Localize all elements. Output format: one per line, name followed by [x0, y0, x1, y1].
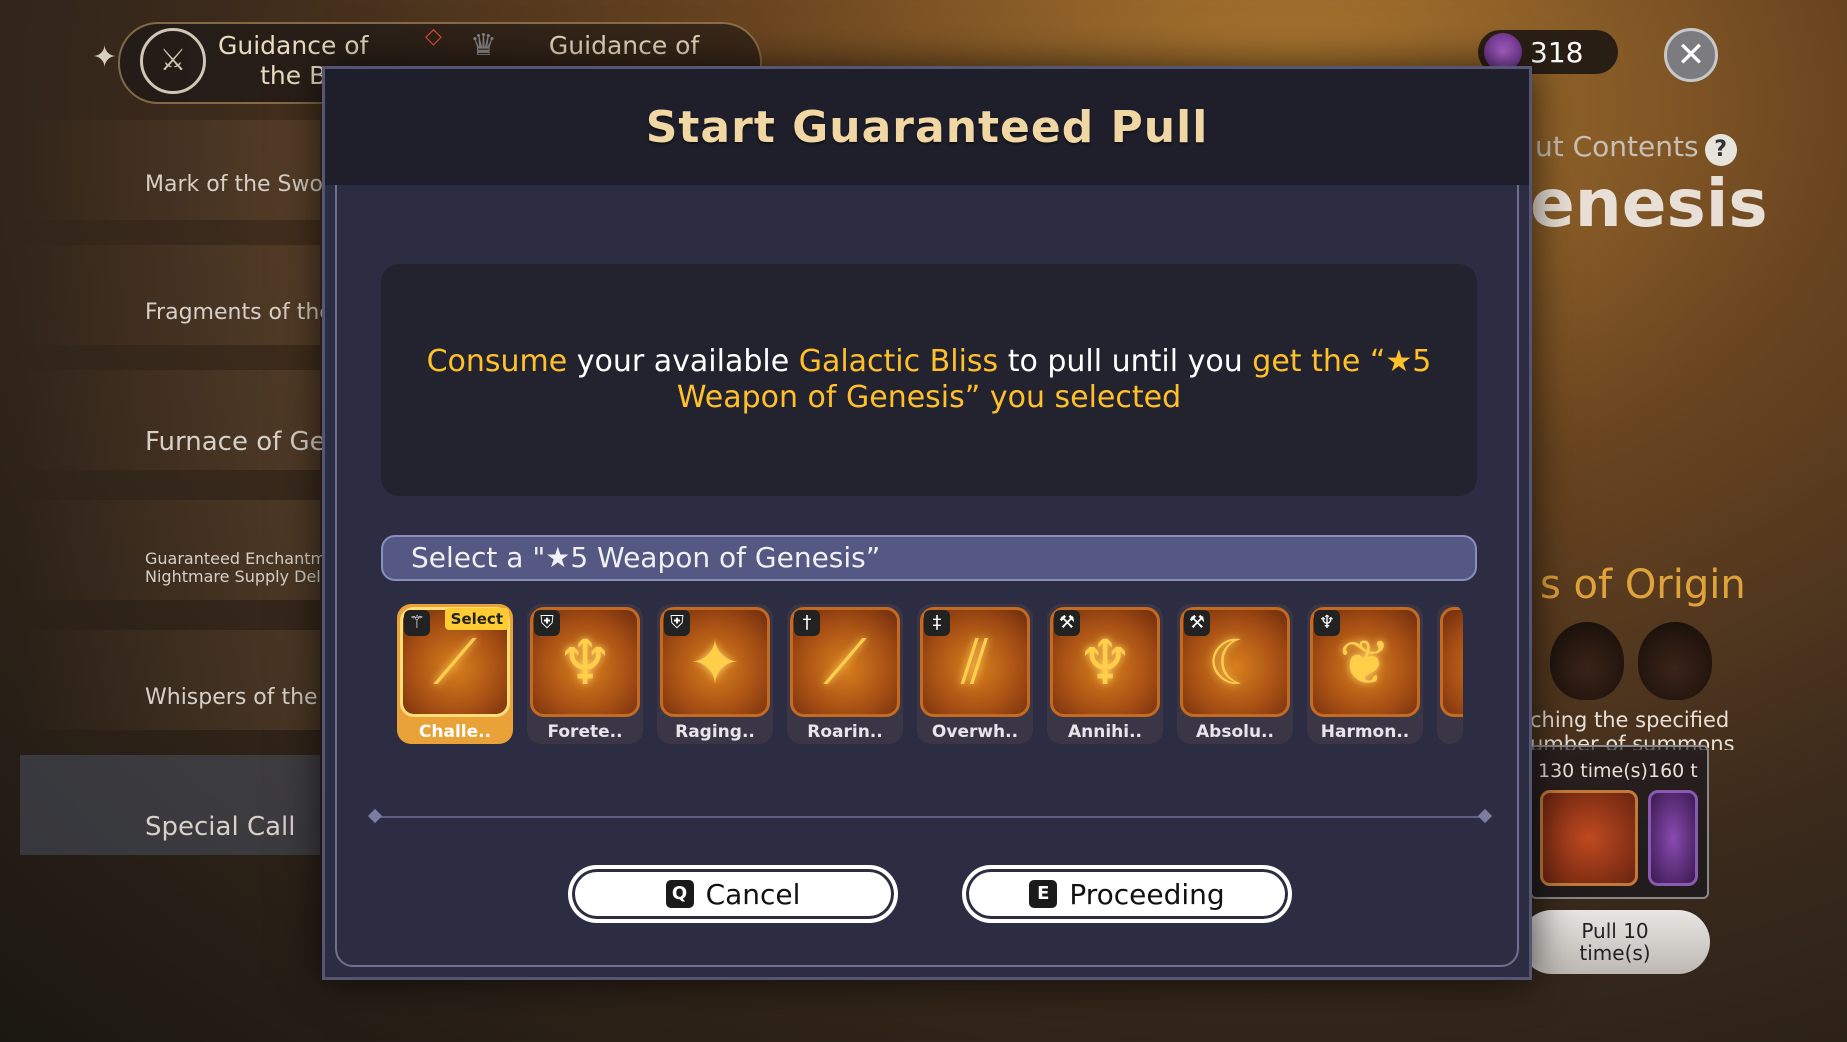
- weapon-card[interactable]: ⫽ ‡ Overwh..: [917, 604, 1033, 744]
- pull-10-label: Pull 10 time(s): [1579, 919, 1651, 965]
- info-highlight: Galactic Bliss: [798, 344, 999, 379]
- weapon-icon: ☾: [1207, 625, 1263, 699]
- cancel-button[interactable]: Q Cancel: [568, 865, 898, 923]
- tab-guidance-2[interactable]: ♛ Guidance of: [470, 22, 699, 70]
- weapon-card[interactable]: ⟋ † Roarin..: [787, 604, 903, 744]
- origin-label: s of Origin: [1540, 562, 1746, 608]
- weapon-type-icon: ⛨: [534, 610, 560, 636]
- weapon-type-icon: ♆: [1314, 610, 1340, 636]
- weapon-type-icon: ‡: [924, 610, 950, 636]
- weapon-card[interactable]: ❦ ♆ Harmon..: [1307, 604, 1423, 744]
- key-q-icon: Q: [665, 880, 694, 908]
- reward-item[interactable]: [1648, 790, 1698, 886]
- close-icon: ✕: [1676, 35, 1706, 75]
- info-text-part: to pull until you: [998, 344, 1253, 379]
- sidebar-item-bg: [20, 630, 320, 730]
- flame-icon: [1550, 622, 1624, 700]
- weapon-name: Annihi..: [1067, 722, 1143, 742]
- cancel-label: Cancel: [705, 877, 801, 911]
- weapon-name: Overwh..: [931, 722, 1019, 742]
- crown-icon: ♛: [470, 28, 497, 63]
- weapon-name: Challe..: [418, 722, 492, 742]
- weapon-card[interactable]: ✦ ⛨ Raging..: [657, 604, 773, 744]
- info-text: Consume your available Galactic Bliss to…: [427, 344, 1432, 416]
- weapon-name: Absolu..: [1196, 722, 1274, 742]
- sparkle-icon: ✦: [92, 40, 118, 75]
- select-prompt: Select a "★5 Weapon of Genesis”: [381, 535, 1477, 581]
- weapon-art: [1440, 607, 1463, 717]
- info-box: Consume your available Galactic Bliss to…: [381, 264, 1477, 496]
- weapon-card[interactable]: ⟋ ⚚ Select Challe..: [397, 604, 513, 744]
- info-text-part: your available: [567, 344, 799, 379]
- weapon-type-icon: ⚚: [404, 610, 430, 636]
- about-contents[interactable]: ut Contents?: [1535, 130, 1737, 166]
- tab-label: Guidance of: [548, 31, 700, 60]
- weapon-type-icon: ⛨: [664, 610, 690, 636]
- dialog-header: Start Guaranteed Pull: [325, 69, 1529, 185]
- weapon-icon: ✦: [689, 625, 741, 699]
- proceed-label: Proceeding: [1069, 877, 1225, 911]
- reward-item[interactable]: [1540, 790, 1638, 886]
- weapon-list[interactable]: ⟋ ⚚ Select Challe.. ♆ ⛨ Forete.. ✦ ⛨ Raging.. ⟋ † Ro…: [397, 604, 1467, 816]
- divider: [375, 816, 1485, 818]
- milestone-160: 160 t: [1648, 760, 1698, 782]
- weapon-card[interactable]: ☾ ⚒ Absolu..: [1177, 604, 1293, 744]
- sidebar-item-bg: [20, 120, 320, 220]
- weapon-name: Roarin..: [807, 722, 883, 742]
- weapon-type-icon: †: [794, 610, 820, 636]
- weapon-card[interactable]: ♆ ⛨ Forete..: [527, 604, 643, 744]
- weapon-card-partial[interactable]: [1437, 604, 1463, 744]
- weapon-name: Harmon..: [1320, 722, 1410, 742]
- notification-diamond-icon: ◇: [425, 24, 442, 49]
- close-button[interactable]: ✕: [1664, 28, 1718, 82]
- info-highlight: get: [1252, 344, 1302, 379]
- weapon-icon: ⟋: [433, 625, 477, 698]
- currency-value: 318: [1530, 35, 1584, 69]
- weapon-card[interactable]: ♆ ⚒ Annihi..: [1047, 604, 1163, 744]
- help-icon[interactable]: ?: [1704, 134, 1737, 166]
- banner-title: enesis: [1530, 165, 1768, 242]
- flame-icon: [1638, 622, 1712, 700]
- weapon-name: Raging..: [675, 722, 755, 742]
- select-tag: Select: [444, 608, 509, 630]
- key-e-icon: E: [1029, 880, 1058, 908]
- about-contents-label: ut Contents: [1535, 130, 1699, 163]
- dialog-frame: [335, 79, 1519, 967]
- weapon-type-icon: ⚒: [1184, 610, 1210, 636]
- milestone-130: 130 time(s): [1538, 760, 1648, 782]
- info-text-part: the “★5: [1301, 344, 1432, 379]
- milestone-desc: ching the specified umber of summons: [1530, 708, 1735, 750]
- sidebar-item-bg: [20, 245, 320, 345]
- pull-10-button[interactable]: Pull 10 time(s): [1520, 910, 1710, 974]
- info-highlight: Weapon of Genesis” you selected: [676, 380, 1182, 415]
- weapon-icon: ❦: [1339, 625, 1391, 699]
- weapon-icon: ⫽: [961, 625, 989, 698]
- dialog-title: Start Guaranteed Pull: [645, 101, 1209, 153]
- guaranteed-pull-dialog: Start Guaranteed Pull Consume your avail…: [322, 66, 1532, 980]
- proceed-button[interactable]: E Proceeding: [962, 865, 1292, 923]
- crossed-swords-icon: ⚔: [140, 28, 206, 94]
- weapon-icon: ♆: [557, 625, 613, 699]
- info-highlight: Consume: [426, 344, 568, 379]
- weapon-name: Forete..: [547, 722, 623, 742]
- weapon-type-icon: ⚒: [1054, 610, 1080, 636]
- weapon-icon: ⟋: [823, 625, 867, 698]
- weapon-icon: ♆: [1077, 625, 1133, 699]
